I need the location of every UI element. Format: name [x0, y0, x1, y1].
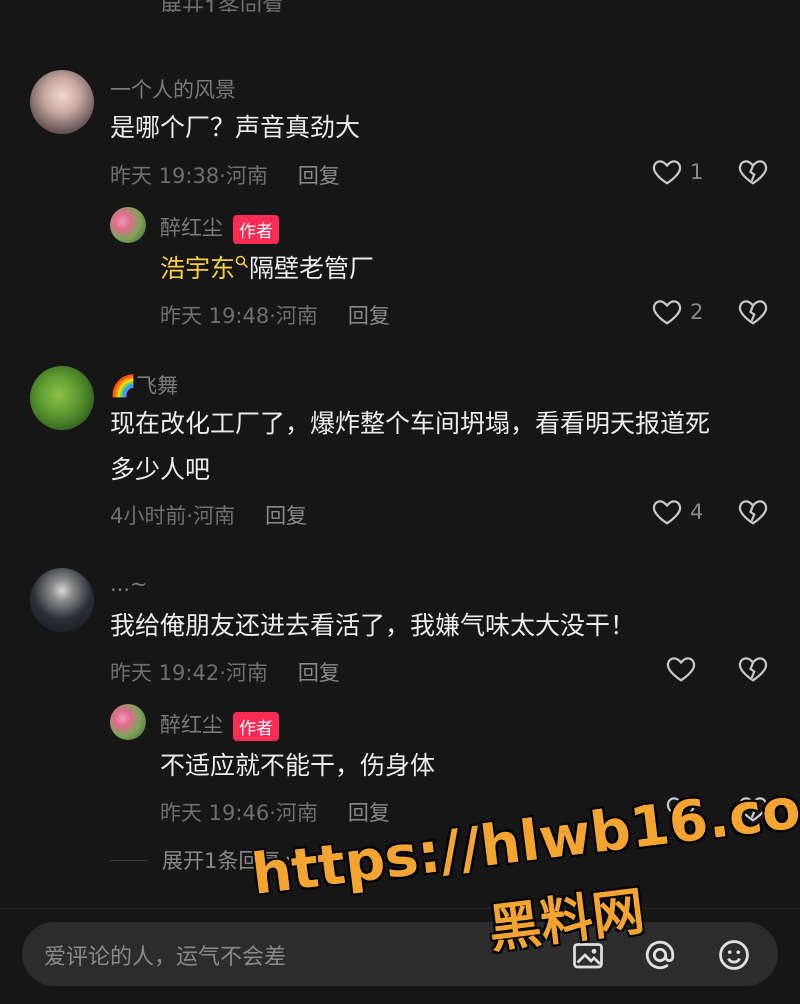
- heart-icon: [666, 657, 696, 682]
- reply-button[interactable]: 回复: [348, 801, 390, 825]
- comment-time: 4小时前: [110, 504, 187, 528]
- comment-location: 河南: [275, 801, 318, 825]
- comment-username[interactable]: 🌈飞舞: [110, 370, 178, 400]
- smiley-icon: [719, 940, 749, 970]
- reply-meta: 昨天 19:46·河南 回复: [160, 801, 390, 825]
- comment-input-placeholder[interactable]: 爱评论的人，运气不会差: [44, 939, 286, 971]
- comment-text: 现在改化工厂了，爆炸整个车间坍塌，看看明天报道死: [110, 409, 711, 438]
- mention-link[interactable]: 浩宇东: [160, 254, 235, 283]
- comment-text: 多少人吧: [110, 455, 211, 484]
- reply-button[interactable]: 回复: [348, 304, 390, 328]
- comment-meta: 昨天 19:38·河南 回复: [110, 164, 340, 188]
- heart-icon: [652, 500, 682, 525]
- dislike-button[interactable]: [738, 158, 768, 190]
- comment-location: 河南: [225, 661, 268, 685]
- reply-button[interactable]: 回复: [298, 661, 340, 685]
- like-count: 2: [690, 300, 704, 324]
- avatar[interactable]: [30, 568, 94, 632]
- heart-icon: [652, 300, 682, 325]
- comment-time: 昨天 19:42: [110, 661, 220, 685]
- heart-icon: [652, 160, 682, 185]
- reply-button[interactable]: 回复: [265, 504, 307, 528]
- like-count: 4: [690, 500, 704, 524]
- avatar[interactable]: [110, 207, 146, 243]
- dislike-button[interactable]: [738, 298, 768, 330]
- comment-location: 河南: [225, 164, 268, 188]
- comment-location: 河南: [193, 504, 236, 528]
- avatar[interactable]: [110, 704, 146, 740]
- emoji-button[interactable]: [716, 938, 752, 976]
- like-button[interactable]: 4: [652, 498, 703, 526]
- comment-location: 河南: [275, 304, 318, 328]
- comment-time: 昨天 19:48: [160, 304, 270, 328]
- comment-input-bar[interactable]: 爱评论的人，运气不会差: [22, 922, 778, 986]
- divider: [110, 859, 148, 861]
- comment-text: 是哪个厂？声音真劲大: [110, 113, 361, 142]
- broken-heart-icon: [738, 300, 768, 325]
- avatar[interactable]: [30, 70, 94, 134]
- author-badge: 作者: [233, 214, 279, 244]
- broken-heart-icon: [738, 160, 768, 185]
- comment-meta: 4小时前·河南 回复: [110, 504, 308, 528]
- clipped-expand-text: 展开1条回复: [160, 0, 284, 12]
- dislike-button[interactable]: [738, 498, 768, 530]
- reply-text: 不适应就不能干，伤身体: [160, 751, 436, 780]
- reply-button[interactable]: 回复: [298, 164, 340, 188]
- broken-heart-icon: [738, 657, 768, 682]
- rainbow-emoji: 🌈: [110, 374, 137, 398]
- comment-username[interactable]: 一个人的风景: [110, 74, 236, 104]
- search-icon: [235, 255, 249, 269]
- reply-text: 浩宇东 隔壁老管厂: [160, 254, 375, 283]
- reply-username[interactable]: 醉红尘 作者: [160, 212, 279, 244]
- comment-username[interactable]: ...~: [110, 572, 148, 596]
- comment-time: 昨天 19:38: [110, 164, 220, 188]
- like-button[interactable]: 1: [652, 158, 703, 186]
- like-button[interactable]: [666, 655, 704, 683]
- avatar[interactable]: [30, 366, 94, 430]
- reply-username[interactable]: 醉红尘 作者: [160, 709, 279, 741]
- broken-heart-icon: [738, 500, 768, 525]
- comment-meta: 昨天 19:42·河南 回复: [110, 661, 340, 685]
- like-count: 1: [690, 160, 704, 184]
- mention-button[interactable]: [642, 938, 678, 976]
- comment-time: 昨天 19:46: [160, 801, 270, 825]
- author-badge: 作者: [233, 711, 279, 741]
- dislike-button[interactable]: [738, 655, 768, 687]
- like-button[interactable]: 2: [652, 298, 703, 326]
- divider: [0, 908, 800, 909]
- comment-text: 我给俺朋友还进去看活了，我嫌气味太大没干！: [110, 611, 636, 640]
- reply-meta: 昨天 19:48·河南 回复: [160, 304, 390, 328]
